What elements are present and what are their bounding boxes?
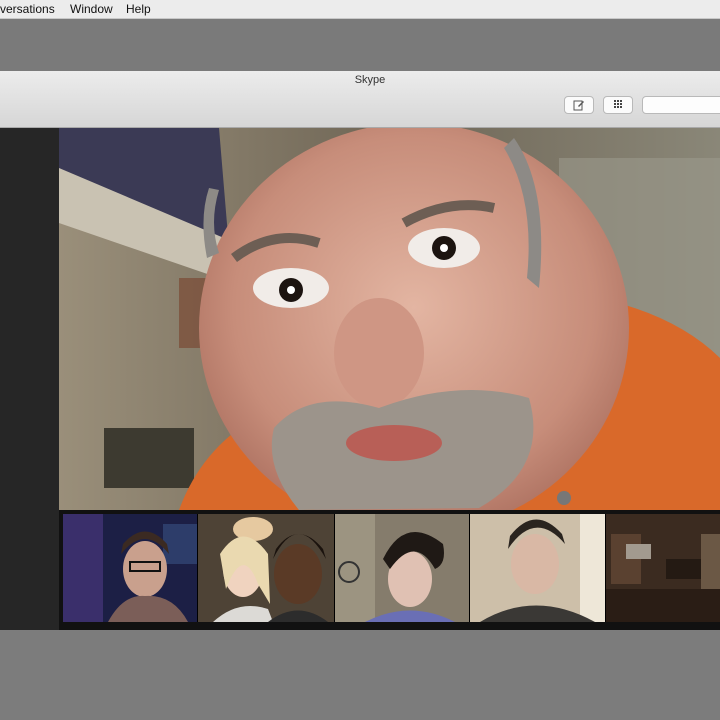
sidebar xyxy=(0,128,59,630)
menu-help[interactable]: Help xyxy=(126,0,151,18)
participant-video xyxy=(470,514,605,622)
dialpad-button[interactable] xyxy=(603,96,633,114)
menu-bar: versations Window Help xyxy=(0,0,720,19)
participant-video xyxy=(63,514,197,622)
participant-video xyxy=(335,514,469,622)
participant-strip xyxy=(59,510,720,630)
participant-video xyxy=(606,514,720,622)
main-participant-video xyxy=(59,128,720,510)
participant-tile[interactable] xyxy=(198,514,335,622)
menu-conversations[interactable]: versations xyxy=(0,0,55,18)
participant-tile[interactable] xyxy=(335,514,470,622)
desktop-background-bottom xyxy=(0,630,720,720)
compose-button[interactable] xyxy=(564,96,594,114)
search-field[interactable] xyxy=(642,96,720,114)
participant-tile[interactable] xyxy=(470,514,606,622)
main-video-feed xyxy=(59,128,720,510)
skype-window: Skype xyxy=(0,71,720,630)
participant-tile[interactable] xyxy=(606,514,720,622)
dialpad-icon xyxy=(614,100,622,108)
desktop-background xyxy=(0,19,720,71)
menu-window[interactable]: Window xyxy=(70,0,113,18)
participant-tile[interactable] xyxy=(63,514,198,622)
title-bar: Skype xyxy=(0,71,720,128)
window-title: Skype xyxy=(354,74,386,86)
participant-video xyxy=(198,514,334,622)
compose-icon xyxy=(573,100,584,111)
